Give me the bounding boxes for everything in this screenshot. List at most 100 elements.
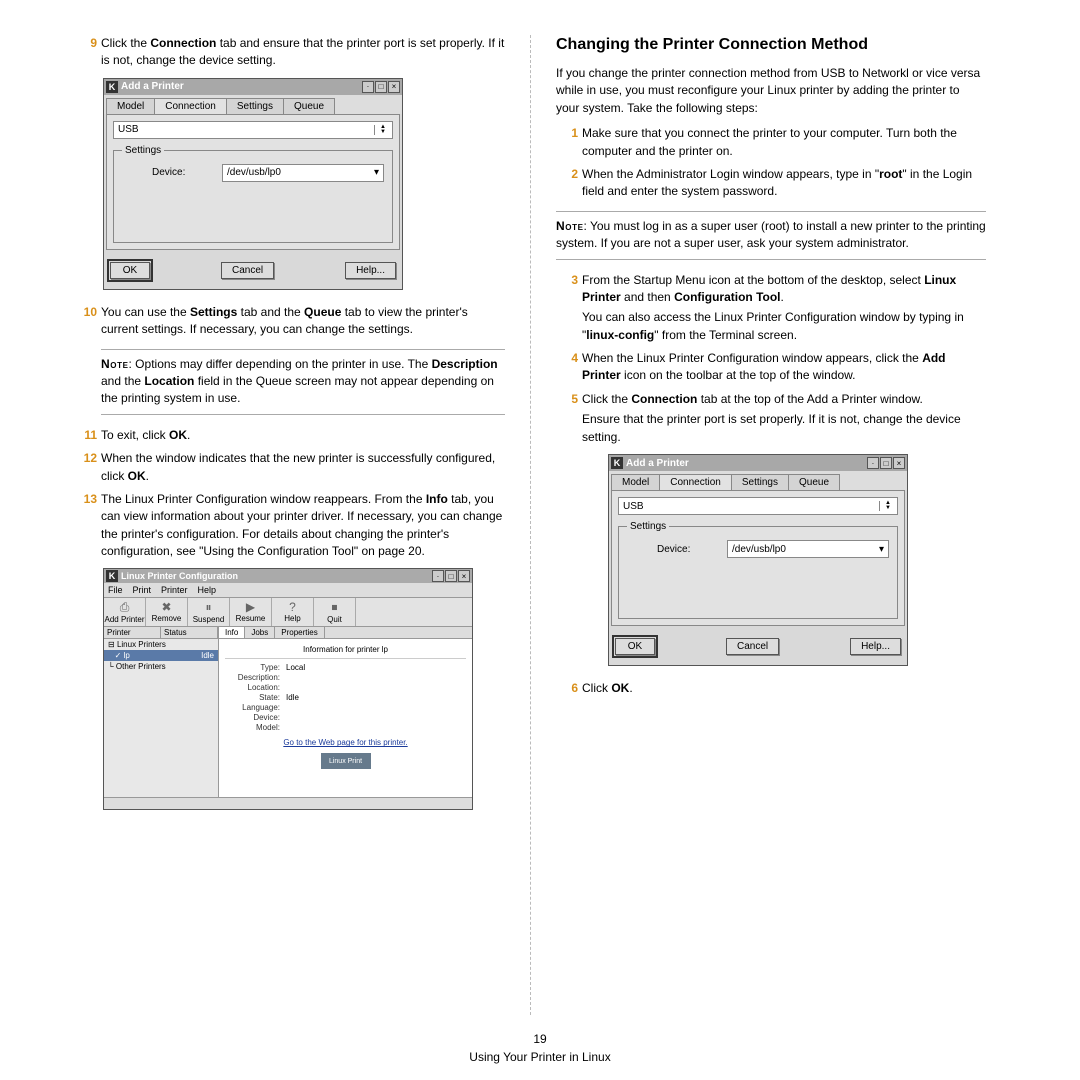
k-logo-icon: K	[611, 457, 623, 469]
ok-button[interactable]: OK	[110, 262, 150, 279]
resume-icon: ▶	[230, 600, 271, 614]
spinner-icon[interactable]: ▲▼	[879, 501, 893, 511]
step-num-11: 11	[75, 427, 97, 444]
close-icon[interactable]: ×	[893, 457, 905, 469]
rstep-6: 6 Click OK.	[556, 680, 986, 697]
note-box-right: Note: You must log in as a super user (r…	[556, 211, 986, 260]
minimize-icon[interactable]: ·	[867, 457, 879, 469]
quit-icon: ⏹	[314, 600, 355, 615]
rstep-5: 5 Click the Connection tab at the top of…	[556, 391, 986, 446]
menu-file[interactable]: File	[108, 585, 123, 595]
minimize-icon[interactable]: ·	[362, 81, 374, 93]
column-divider	[530, 35, 531, 1015]
dialog-titlebar: K Add a Printer · □ ×	[104, 79, 402, 95]
page-footer: 19 Using Your Printer in Linux	[0, 1030, 1080, 1066]
tool-suspend[interactable]: ⏸Suspend	[188, 598, 230, 626]
tool-add-printer[interactable]: ⎙Add Printer	[104, 598, 146, 626]
dialog-body: USB ▲▼ Settings Device: /dev/usb/lp0 ▾	[106, 114, 400, 250]
dialog-title: Add a Printer	[121, 81, 361, 92]
tab-model[interactable]: Model	[106, 98, 155, 114]
tool-remove[interactable]: ✖Remove	[146, 598, 188, 626]
page-number: 19	[0, 1030, 1080, 1048]
dialog-title: Add a Printer	[626, 458, 866, 469]
menu-bar: File Print Printer Help	[104, 583, 472, 598]
info-header: Information for printer lp	[225, 643, 466, 659]
step-10: 10 You can use the Settings tab and the …	[75, 304, 505, 339]
tab-queue[interactable]: Queue	[283, 98, 335, 114]
config-title: Linux Printer Configuration	[121, 571, 431, 581]
menu-help[interactable]: Help	[198, 585, 217, 595]
settings-fieldset: Settings Device: /dev/usb/lp0 ▾	[113, 145, 393, 243]
step-num-12: 12	[75, 450, 97, 467]
chevron-down-icon[interactable]: ▾	[374, 167, 379, 178]
tool-help[interactable]: ?Help	[272, 598, 314, 626]
rstep-2: 2 When the Administrator Login window ap…	[556, 166, 986, 201]
maximize-icon[interactable]: □	[445, 570, 457, 582]
close-icon[interactable]: ×	[388, 81, 400, 93]
connection-type-select[interactable]: USB ▲▼	[113, 121, 393, 139]
step-11: 11 To exit, click OK.	[75, 427, 505, 444]
maximize-icon[interactable]: □	[880, 457, 892, 469]
printer-add-icon: ⎙	[104, 600, 145, 615]
suspend-icon: ⏸	[188, 600, 229, 615]
chevron-down-icon[interactable]: ▾	[879, 544, 884, 555]
status-bar	[104, 797, 472, 809]
cancel-button[interactable]: Cancel	[726, 638, 779, 655]
ok-button[interactable]: OK	[615, 638, 655, 655]
close-icon[interactable]: ×	[458, 570, 470, 582]
minimize-icon[interactable]: ·	[432, 570, 444, 582]
help-button[interactable]: Help...	[345, 262, 396, 279]
tab-queue[interactable]: Queue	[788, 474, 840, 490]
help-button[interactable]: Help...	[850, 638, 901, 655]
tree-other[interactable]: └ Other Printers	[104, 661, 218, 672]
spinner-icon[interactable]: ▲▼	[374, 125, 388, 135]
add-printer-dialog-right: K Add a Printer · □ × Model Connection S…	[608, 454, 908, 666]
device-select[interactable]: /dev/usb/lp0 ▾	[222, 164, 384, 182]
col-status[interactable]: Status	[161, 627, 218, 638]
k-logo-icon: K	[106, 81, 118, 93]
linux-print-logo: Linux Print	[321, 753, 371, 769]
section-heading: Changing the Printer Connection Method	[556, 35, 986, 55]
tool-quit[interactable]: ⏹Quit	[314, 598, 356, 626]
tab-model[interactable]: Model	[611, 474, 660, 490]
step-num-10: 10	[75, 304, 97, 321]
step-num-9: 9	[75, 35, 97, 52]
help-icon: ?	[272, 600, 313, 614]
cancel-button[interactable]: Cancel	[221, 262, 274, 279]
maximize-icon[interactable]: □	[375, 81, 387, 93]
connection-type-select[interactable]: USB ▲▼	[618, 497, 898, 515]
web-page-link[interactable]: Go to the Web page for this printer.	[225, 738, 466, 747]
menu-print[interactable]: Print	[133, 585, 152, 595]
settings-fieldset: Settings Device: /dev/usb/lp0 ▾	[618, 521, 898, 619]
rstep-4: 4 When the Linux Printer Configuration w…	[556, 350, 986, 385]
step-13: 13 The Linux Printer Configuration windo…	[75, 491, 505, 561]
rstep-3: 3 From the Startup Menu icon at the bott…	[556, 272, 986, 345]
tab-settings[interactable]: Settings	[226, 98, 284, 114]
intro-paragraph: If you change the printer connection met…	[556, 65, 986, 117]
rtab-info[interactable]: Info	[219, 627, 245, 638]
col-printer[interactable]: Printer	[104, 627, 161, 638]
menu-printer[interactable]: Printer	[161, 585, 188, 595]
rtab-properties[interactable]: Properties	[275, 627, 324, 638]
tree-linux-printers[interactable]: ⊟ Linux Printers	[104, 639, 218, 650]
device-select[interactable]: /dev/usb/lp0 ▾	[727, 540, 889, 558]
k-logo-icon: K	[106, 570, 118, 582]
dialog-tabs: Model Connection Settings Queue	[104, 95, 402, 114]
note-box-left: Note: Options may differ depending on th…	[101, 349, 505, 415]
toolbar: ⎙Add Printer ✖Remove ⏸Suspend ▶Resume ?H…	[104, 598, 472, 627]
tab-connection[interactable]: Connection	[659, 474, 732, 490]
step-9: 9 Click the Connection tab and ensure th…	[75, 35, 505, 70]
config-window: K Linux Printer Configuration · □ × File…	[103, 568, 473, 810]
tree-lp[interactable]: ✓ lpIdle	[104, 650, 218, 661]
tab-settings[interactable]: Settings	[731, 474, 789, 490]
fieldset-legend: Settings	[122, 145, 164, 156]
tab-connection[interactable]: Connection	[154, 98, 227, 114]
note-label: Note	[101, 357, 129, 371]
rtab-jobs[interactable]: Jobs	[245, 627, 275, 638]
add-printer-dialog-left: K Add a Printer · □ × Model Connection S…	[103, 78, 403, 290]
rstep-1: 1 Make sure that you connect the printer…	[556, 125, 986, 160]
footer-text: Using Your Printer in Linux	[0, 1048, 1080, 1066]
remove-icon: ✖	[146, 600, 187, 614]
step-12: 12 When the window indicates that the ne…	[75, 450, 505, 485]
tool-resume[interactable]: ▶Resume	[230, 598, 272, 626]
